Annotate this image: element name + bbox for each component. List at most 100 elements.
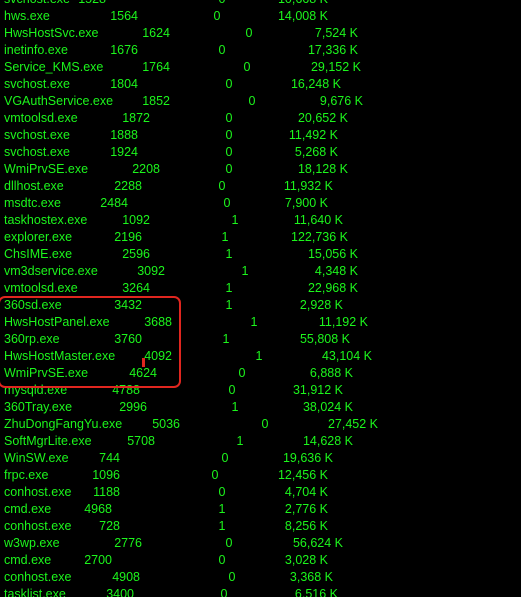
process-row: taskhostex.exe 1092 1 11,640 K (0, 212, 521, 229)
process-pid: 4092 (144, 349, 172, 363)
process-pid: 1924 (110, 145, 138, 159)
process-memory: 31,912 K (292, 383, 343, 397)
process-memory: 14,628 K (302, 434, 353, 448)
process-session: 0 (225, 77, 233, 91)
process-pid: 1888 (110, 128, 138, 142)
process-name: 360rp.exe (4, 332, 60, 346)
process-memory: 2,776 K (284, 502, 328, 516)
process-session: 0 (243, 60, 251, 74)
process-pid: 728 (99, 519, 120, 533)
process-memory: 2,928 K (299, 298, 343, 312)
process-name: tasklist.exe (4, 587, 66, 597)
process-memory: 19,636 K (282, 451, 333, 465)
process-session: 1 (241, 264, 249, 278)
process-name: SoftMgrLite.exe (4, 434, 92, 448)
process-name: WmiPrvSE.exe (4, 162, 89, 176)
process-pid: 1092 (122, 213, 150, 227)
process-row: explorer.exe 2196 1 122,736 K (0, 229, 521, 246)
process-pid: 4788 (112, 383, 140, 397)
process-session: 0 (211, 468, 219, 482)
process-name: svchost.exe (4, 77, 71, 91)
process-memory: 7,900 K (284, 196, 328, 210)
process-pid: 4968 (84, 502, 112, 516)
process-memory: 43,104 K (321, 349, 372, 363)
process-session: 1 (236, 434, 244, 448)
process-session: 1 (225, 298, 233, 312)
process-pid: 2776 (114, 536, 142, 550)
process-name: ChsIME.exe (4, 247, 73, 261)
process-name: HwsHostPanel.exe (4, 315, 110, 329)
process-row: vmtoolsd.exe 1872 0 20,652 K (0, 110, 521, 127)
terminal-window[interactable]: svchost.exe 1528 0 10,668 K hws.exe 1564 0 14,0… (0, 0, 521, 597)
process-row: conhost.exe 728 1 8,256 K (0, 518, 521, 535)
process-pid: 1872 (122, 111, 150, 125)
process-name: 360Tray.exe (4, 400, 73, 414)
process-session: 0 (221, 451, 229, 465)
process-name: hws.exe (4, 9, 50, 23)
process-session: 0 (225, 145, 233, 159)
process-session: 0 (228, 570, 236, 584)
process-session: 0 (228, 383, 236, 397)
process-row: WmiPrvSE.exe 4624 0 6,888 K (0, 365, 521, 382)
process-pid: 5036 (152, 417, 180, 431)
process-row: svchost.exe 1888 0 11,492 K (0, 127, 521, 144)
process-row: svchost.exe 1804 0 16,248 K (0, 76, 521, 93)
process-memory: 6,888 K (309, 366, 353, 380)
process-pid: 1528 (56, 0, 106, 8)
process-name: svchost.exe (4, 128, 71, 142)
process-row: HwsHostMaster.exe 4092 1 43,104 K (0, 348, 521, 365)
process-row: 360rp.exe 3760 1 55,808 K (0, 331, 521, 348)
process-pid: 2288 (114, 179, 142, 193)
process-memory: 4,348 K (314, 264, 358, 278)
process-pid: 5708 (127, 434, 155, 448)
process-memory: 12,456 K (277, 468, 328, 482)
process-name: cmd.exe (4, 553, 52, 567)
process-session: 0 (223, 196, 231, 210)
process-row: cmd.exe 4968 1 2,776 K (0, 501, 521, 518)
process-row: vm3dservice.exe 3092 1 4,348 K (0, 263, 521, 280)
process-row: svchost.exe 1924 0 5,268 K (0, 144, 521, 161)
process-name: frpc.exe (4, 468, 49, 482)
process-pid: 1676 (110, 43, 138, 57)
process-memory: 10,668 K (250, 0, 328, 8)
process-pid: 1624 (142, 26, 170, 40)
process-row: 360Tray.exe 2996 1 38,024 K (0, 399, 521, 416)
process-session: 0 (248, 94, 256, 108)
process-memory: 9,676 K (319, 94, 363, 108)
process-row: frpc.exe 1096 0 12,456 K (0, 467, 521, 484)
process-session: 0 (245, 26, 253, 40)
process-memory: 11,640 K (293, 213, 343, 227)
process-row: conhost.exe 1188 0 4,704 K (0, 484, 521, 501)
process-row: svchost.exe1528010,668 K (0, 0, 521, 8)
process-memory: 8,256 K (284, 519, 328, 533)
process-row: vmtoolsd.exe 3264 1 22,968 K (0, 280, 521, 297)
process-memory: 55,808 K (299, 332, 350, 346)
process-pid: 744 (99, 451, 120, 465)
process-memory: 4,704 K (284, 485, 328, 499)
process-session: 0 (261, 417, 269, 431)
process-row: Service_KMS.exe 1764 0 29,152 K (0, 59, 521, 76)
process-pid: 3432 (114, 298, 142, 312)
process-name: msdtc.exe (4, 196, 61, 210)
process-memory: 11,492 K (288, 128, 338, 142)
process-row: VGAuthService.exe 1852 0 9,676 K (0, 93, 521, 110)
process-row: inetinfo.exe 1676 0 17,336 K (0, 42, 521, 59)
process-memory: 18,128 K (297, 162, 348, 176)
process-session: 0 (220, 587, 228, 597)
process-row: conhost.exe 4908 0 3,368 K (0, 569, 521, 586)
process-pid: 1764 (142, 60, 170, 74)
process-name: HwsHostMaster.exe (4, 349, 116, 363)
process-session: 1 (225, 247, 233, 261)
process-pid: 1804 (110, 77, 138, 91)
process-name: VGAuthService.exe (4, 94, 114, 108)
process-memory: 122,736 K (291, 230, 348, 244)
process-session: 1 (250, 315, 258, 329)
process-row: mysqld.exe 4788 0 31,912 K (0, 382, 521, 399)
process-memory: 29,152 K (310, 60, 361, 74)
process-name: WinSW.exe (4, 451, 69, 465)
process-row: HwsHostSvc.exe 1624 0 7,524 K (0, 25, 521, 42)
process-memory: 20,652 K (297, 111, 348, 125)
process-session: 1 (231, 400, 239, 414)
process-row: cmd.exe 2700 0 3,028 K (0, 552, 521, 569)
process-session: 1 (222, 332, 230, 346)
